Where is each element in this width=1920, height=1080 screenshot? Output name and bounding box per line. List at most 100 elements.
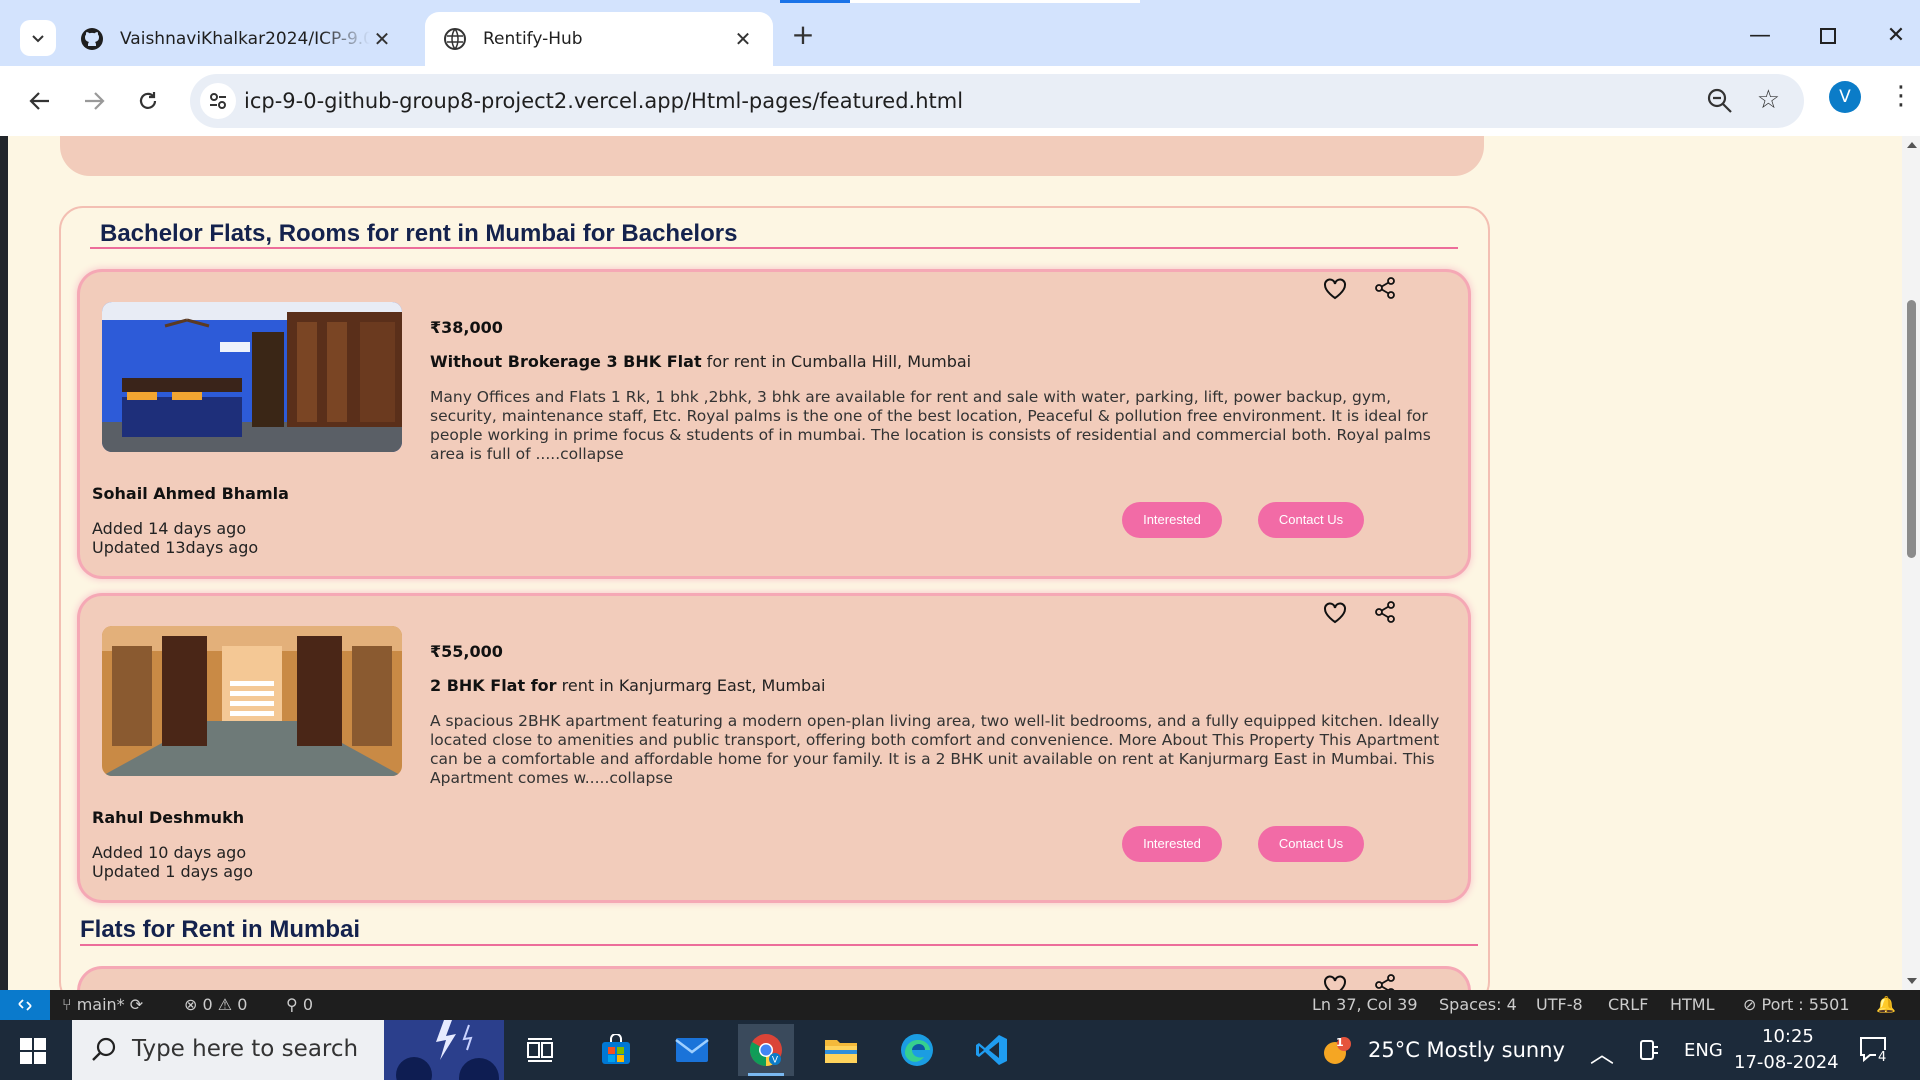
section-title-flats: Flats for Rent in Mumbai [80, 916, 361, 943]
listing-card: ₹55,000 2 BHK Flat for rent in Kanjurmar… [80, 596, 1468, 900]
bell-icon[interactable]: 🔔 [1876, 995, 1896, 1014]
windows-start-icon[interactable] [20, 1038, 46, 1064]
scroll-down-arrow-icon[interactable] [1907, 978, 1917, 984]
scrollbar-thumb[interactable] [1907, 300, 1916, 558]
file-explorer-button[interactable] [813, 1024, 869, 1076]
taskbar-search[interactable]: Type here to search [72, 1020, 504, 1080]
close-tab-icon[interactable]: ✕ [370, 27, 394, 51]
interested-button[interactable]: Interested [1122, 502, 1222, 538]
ports-count: 0 [302, 995, 313, 1014]
listing-headline-location: rent in Kanjurmarg East, Mumbai [556, 676, 826, 695]
remote-icon [18, 999, 32, 1011]
weather-text: 25°C Mostly sunny [1368, 1038, 1565, 1062]
cursor-position[interactable]: Ln 37, Col 39 [1312, 995, 1418, 1014]
task-view-icon [527, 1038, 553, 1062]
tab-github[interactable]: VaishnaviKhalkar2024/ICP-9.0-G ✕ [62, 12, 412, 66]
listing-owner: Rahul Deshmukh [92, 808, 245, 827]
heart-icon[interactable] [1322, 276, 1348, 302]
browser-menu-icon[interactable]: ⋮ [1888, 81, 1914, 111]
bookmark-star-icon[interactable]: ☆ [1757, 85, 1780, 115]
new-tab-button[interactable]: + [787, 20, 819, 52]
line-ending[interactable]: CRLF [1608, 995, 1648, 1014]
arrow-right-icon [85, 92, 105, 110]
url-text[interactable]: icp-9-0-github-group8-project2.vercel.ap… [244, 89, 963, 113]
encoding[interactable]: UTF-8 [1536, 995, 1583, 1014]
mail-button[interactable] [664, 1024, 720, 1076]
show-hidden-icons-icon[interactable]: ︿ [1590, 1034, 1614, 1069]
heart-icon[interactable] [1322, 600, 1348, 626]
chrome-button[interactable]: V [738, 1024, 794, 1076]
live-server-port[interactable]: ⊘ Port : 5501 [1743, 995, 1850, 1014]
profile-avatar[interactable]: V [1829, 81, 1861, 113]
microsoft-store-button[interactable] [588, 1024, 644, 1076]
indentation[interactable]: Spaces: 4 [1439, 995, 1517, 1014]
remote-indicator[interactable] [0, 990, 50, 1020]
heart-icon[interactable] [1322, 973, 1348, 990]
zoom-icon[interactable] [1706, 87, 1734, 115]
vscode-button[interactable] [964, 1024, 1020, 1076]
git-branch[interactable]: ⑂ main* ⟳ [62, 995, 143, 1014]
forward-button[interactable] [74, 81, 114, 121]
language-mode[interactable]: HTML [1670, 995, 1715, 1014]
search-icon [92, 1037, 116, 1061]
warning-count: 0 [237, 995, 248, 1014]
warning-icon: ⚠ [217, 995, 238, 1014]
page-scrollbar[interactable] [1902, 136, 1920, 990]
port-label: Port : 5501 [1761, 995, 1850, 1014]
git-branch-label: main* [76, 995, 125, 1014]
listing-headline: 2 BHK Flat for rent in Kanjurmarg East, … [430, 676, 825, 695]
edge-button[interactable] [889, 1024, 945, 1076]
chevron-down-icon [32, 35, 44, 43]
minimize-button[interactable]: — [1740, 16, 1780, 56]
browser-toolbar: icp-9-0-github-group8-project2.vercel.ap… [0, 66, 1920, 136]
weather-alert-badge: 1 [1336, 1036, 1344, 1049]
tab-rentify-hub[interactable]: Rentify-Hub ✕ [425, 12, 773, 66]
sync-icon[interactable]: ⟳ [130, 995, 143, 1014]
scroll-up-arrow-icon[interactable] [1907, 142, 1917, 148]
windows-taskbar: Type here to search V 1 25°C Mostly sunn… [0, 1020, 1920, 1080]
vscode-status-bar: ⑂ main* ⟳ ⊗ 0 ⚠ 0 ⚲ 0 Ln 37, Col 39 Spac… [0, 990, 1920, 1020]
contact-us-button[interactable]: Contact Us [1258, 502, 1364, 538]
listing-photo-corridor[interactable] [102, 626, 402, 776]
folder-icon [825, 1040, 857, 1063]
close-tab-icon[interactable]: ✕ [731, 27, 755, 51]
microsoft-store-icon [602, 1034, 630, 1064]
listing-added-date: Added 10 days ago [92, 843, 247, 862]
notification-count: 4 [1876, 1050, 1889, 1065]
listing-headline-location: for rent in Cumballa Hill, Mumbai [701, 352, 972, 371]
site-info-button[interactable] [200, 83, 236, 119]
share-icon[interactable] [1373, 973, 1397, 990]
tab-search-button[interactable] [20, 20, 56, 56]
globe-icon [444, 28, 466, 50]
listing-owner: Sohail Ahmed Bhamla [92, 484, 289, 503]
ports-indicator[interactable]: ⚲ 0 [286, 995, 313, 1014]
github-icon [81, 28, 103, 50]
listing-price: ₹38,000 [430, 318, 503, 337]
network-icon[interactable] [1638, 1038, 1660, 1062]
share-icon[interactable] [1373, 276, 1397, 300]
listing-updated-date: Updated 1 days ago [92, 862, 254, 881]
close-window-button[interactable]: ✕ [1876, 16, 1916, 56]
share-icon[interactable] [1373, 600, 1397, 624]
problems-indicator[interactable]: ⊗ 0 ⚠ 0 [184, 995, 247, 1014]
reload-button[interactable] [128, 81, 168, 121]
section-divider [80, 944, 1478, 946]
editor-left-border [0, 136, 8, 990]
tab-title: Rentify-Hub [483, 29, 583, 49]
search-highlight-art [384, 1020, 504, 1080]
clock-date: 17-08-2024 [1734, 1052, 1839, 1073]
listing-photo-bedroom[interactable] [102, 302, 402, 452]
interested-button[interactable]: Interested [1122, 826, 1222, 862]
contact-us-button[interactable]: Contact Us [1258, 826, 1364, 862]
port-icon: ⊘ [1743, 995, 1762, 1014]
search-placeholder: Type here to search [132, 1036, 359, 1062]
task-view-button[interactable] [512, 1024, 568, 1076]
antenna-icon: ⚲ [286, 995, 303, 1014]
address-bar[interactable]: icp-9-0-github-group8-project2.vercel.ap… [190, 74, 1804, 128]
maximize-icon [1820, 28, 1836, 44]
browser-tab-bar: VaishnaviKhalkar2024/ICP-9.0-G ✕ Rentify… [0, 0, 1920, 66]
back-button[interactable] [20, 81, 60, 121]
maximize-button[interactable] [1808, 16, 1848, 56]
svg-text:V: V [772, 1056, 779, 1066]
input-language[interactable]: ENG [1684, 1040, 1723, 1061]
